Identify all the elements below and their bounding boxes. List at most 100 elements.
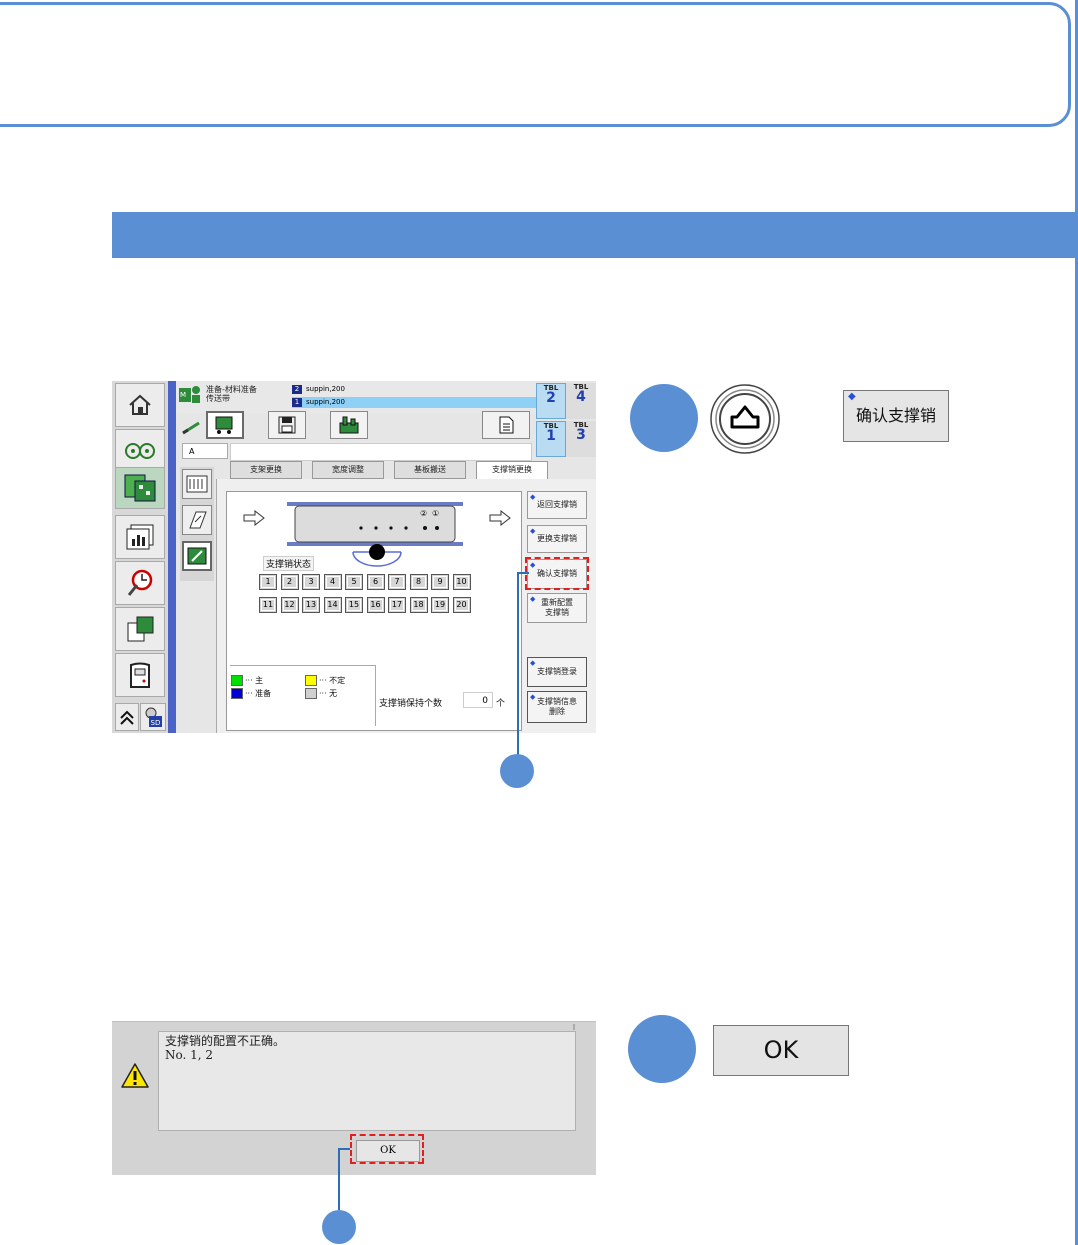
pin-slot[interactable]: 7 [388, 574, 406, 590]
error-message: 支撑销的配置不正确。 No. 1, 2 [158, 1031, 576, 1131]
warning-icon [121, 1063, 149, 1088]
confirm-pin-button-large[interactable]: ◆ 确认支撑销 [843, 390, 949, 442]
tab-width-adjust[interactable]: 宽度调整 [312, 461, 384, 479]
pin-slot[interactable]: 5 [345, 574, 363, 590]
return-pin-button[interactable]: ◆ 返回支撑销 [527, 491, 587, 519]
delete-pin-info-button[interactable]: ◆ 支撑销信息 删除 [527, 691, 587, 723]
nozzle-setup-button[interactable] [330, 411, 368, 439]
callout-line [338, 1148, 340, 1210]
sd-card-button[interactable]: SD [140, 703, 166, 731]
action-star-icon: ◆ [530, 527, 536, 535]
action-star-icon: ◆ [530, 493, 536, 501]
legend-label: ··· 准备 [245, 689, 272, 698]
pin-slot[interactable]: 6 [366, 574, 385, 590]
tab-board-transfer[interactable]: 基板搬送 [394, 461, 466, 479]
tab-support-change[interactable]: 支架更换 [230, 461, 302, 479]
table-2-indicator[interactable]: TBL 2 [536, 383, 566, 419]
pin-slot[interactable]: 10 [452, 574, 471, 590]
pin-slot[interactable]: 17 [388, 597, 406, 613]
section-header-bar [112, 212, 1078, 258]
statistics-button[interactable] [115, 515, 165, 559]
tbl-number: 2 [546, 390, 556, 406]
step-marker [630, 384, 698, 452]
pin-slot[interactable]: 8 [409, 574, 428, 590]
hold-count-value: 0 [463, 692, 493, 708]
reconfigure-pin-button[interactable]: ◆ 重新配置 支撑销 [527, 593, 587, 623]
register-pin-button[interactable]: ◆ 支撑销登录 [527, 657, 587, 687]
feeder-setup-button[interactable] [206, 411, 244, 439]
highlight-ok [350, 1134, 424, 1164]
material-name: suppin,200 [306, 385, 345, 393]
highlight-confirm-pin [525, 557, 589, 590]
table-3-indicator[interactable]: TBL 3 [566, 421, 596, 457]
arrow-right-icon [243, 510, 265, 526]
pin-grid-icon [186, 475, 208, 493]
replace-pin-button[interactable]: ◆ 更换支撑销 [527, 525, 587, 553]
sd-card-icon: SD [145, 707, 162, 727]
legend-swatch [305, 688, 317, 699]
floppy-disk-icon [278, 416, 296, 434]
tbl-number: 1 [546, 428, 556, 444]
bar-chart-icon [126, 524, 154, 550]
scroll-up-button[interactable] [115, 703, 139, 731]
status-bar: M 准备-材料准备 传送带 2 suppin,200 1 suppin,200 [176, 381, 536, 413]
document-board-icon [127, 616, 154, 642]
pin-slot[interactable]: 18 [409, 597, 428, 613]
pin-slot[interactable]: 15 [345, 597, 363, 613]
tab-bar: 支架更换 宽度调整 基板搬送 支撑销更换 [230, 461, 596, 479]
action-star-icon: ◆ [530, 659, 536, 667]
material-number: 1 [292, 398, 302, 407]
step-marker [628, 1015, 696, 1083]
lane-bar [230, 443, 532, 461]
board-mark-1: ① [432, 509, 440, 518]
callout-marker [500, 754, 534, 788]
status-line-2: 传送带 [206, 394, 230, 403]
action-star-icon: ◆ [530, 595, 536, 603]
button-label: 支撑销登录 [537, 667, 577, 676]
pin-slot[interactable]: 9 [431, 574, 449, 590]
pin-slot[interactable]: 13 [302, 597, 320, 613]
exit-button[interactable] [115, 653, 165, 697]
legend-label: ··· 主 [245, 676, 264, 685]
board-setup-icon [124, 474, 156, 502]
button-label: 支撑销信息 删除 [537, 697, 577, 716]
legend-prepare: ··· 准备 [231, 688, 271, 699]
hold-count-label: 支撑销保持个数 [379, 699, 443, 709]
setup-button[interactable] [115, 467, 165, 509]
table-4-indicator[interactable]: TBL 4 [566, 383, 596, 419]
maintenance-button[interactable] [115, 561, 165, 605]
pin-slot[interactable]: 3 [302, 574, 320, 590]
home-button[interactable] [115, 383, 165, 427]
shift-key-icon [710, 384, 780, 454]
material-item-selected[interactable]: 1 suppin,200 [292, 397, 536, 408]
pin-slot[interactable]: 4 [323, 574, 342, 590]
legend-swatch [231, 675, 243, 686]
lane-selector[interactable]: A [182, 443, 228, 459]
tab-support-pin-change[interactable]: 支撑销更换 [476, 461, 548, 479]
table-1-indicator[interactable]: TBL 1 [536, 421, 566, 457]
pin-slot[interactable]: 12 [280, 597, 299, 613]
legend-main: ··· 主 [231, 675, 263, 686]
pin-slot[interactable]: 1 [259, 574, 277, 590]
save-button[interactable] [268, 411, 306, 439]
double-chevron-up-icon [120, 710, 134, 725]
grid-tool-button[interactable] [182, 469, 212, 499]
pin-slot[interactable]: 11 [259, 597, 277, 613]
pin-slot[interactable]: 14 [323, 597, 342, 613]
legend-none: ··· 无 [305, 688, 337, 699]
pin-slot[interactable]: 19 [431, 597, 449, 613]
message-line-1: 支撑销的配置不正确。 [165, 1034, 286, 1048]
document-button[interactable] [482, 411, 530, 439]
button-label: 确认支撑销 [855, 406, 936, 425]
pin-slot[interactable]: 20 [452, 597, 471, 613]
document-icon [499, 416, 514, 434]
program-button[interactable] [115, 607, 165, 651]
sidebar-divider [168, 381, 176, 733]
ok-button-large[interactable]: OK [713, 1025, 849, 1076]
pin-slot[interactable]: 16 [366, 597, 385, 613]
pin-layout-area: ② ① 支撑销状态 1 2 3 4 5 6 7 8 9 10 11 12 13 14 15 16 17 18 19… [226, 491, 522, 731]
door-icon [130, 662, 150, 688]
support-pin-tool-button[interactable] [182, 541, 212, 571]
nozzle-tool-button[interactable] [182, 505, 212, 535]
pin-slot[interactable]: 2 [280, 574, 299, 590]
